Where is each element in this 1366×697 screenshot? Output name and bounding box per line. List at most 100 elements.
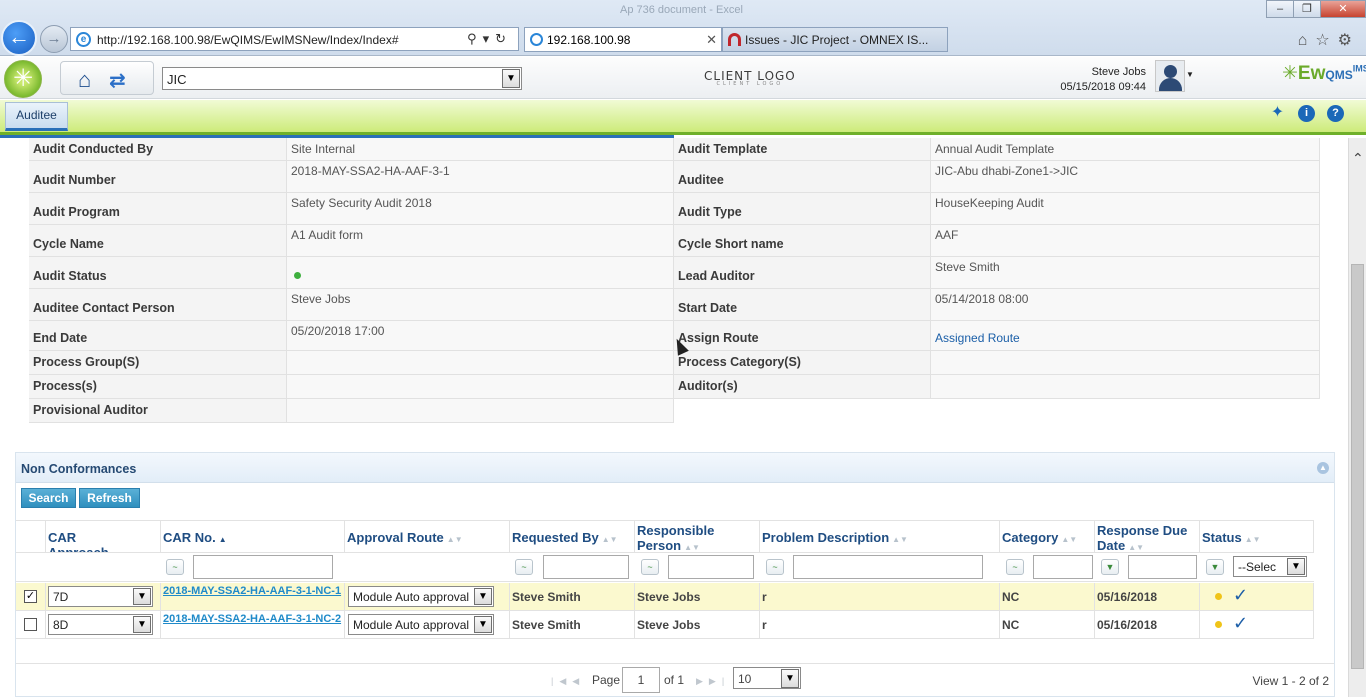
row-checkbox[interactable]: ✓ <box>24 590 37 603</box>
collapse-icon[interactable]: ▲ <box>1317 462 1329 474</box>
problem-cell: r <box>760 583 1000 610</box>
header-status[interactable]: Status ▲▼ <box>1200 521 1314 552</box>
status-cell: ✓ <box>1200 583 1314 610</box>
filter-requested-by-input[interactable] <box>543 555 629 579</box>
chevron-down-icon[interactable]: ▼ <box>133 588 151 605</box>
filter-category-input[interactable] <box>1033 555 1093 579</box>
help-icon[interactable]: ? <box>1327 105 1344 122</box>
sort-icon: ▲▼ <box>1128 543 1145 552</box>
detail-row: Audit Program Safety Security Audit 2018 A… <box>29 193 1320 225</box>
chevron-down-icon[interactable]: ▼ <box>474 588 492 605</box>
detail-value: 05/20/2018 17:00 <box>287 321 674 350</box>
search-icon[interactable]: ⚲ <box>467 31 483 46</box>
forward-button[interactable]: → <box>40 25 68 53</box>
app-logo-icon[interactable]: ✳ <box>4 60 42 98</box>
dropdown-icon[interactable]: ▾ <box>483 31 496 46</box>
back-button[interactable]: ← <box>1 20 37 56</box>
info-icon[interactable]: i <box>1298 105 1315 122</box>
filter-funnel-icon[interactable]: ▼ <box>1101 559 1119 575</box>
address-controls[interactable]: ⚲▾↻ <box>467 31 512 47</box>
filter-responsible-input[interactable] <box>668 555 754 579</box>
tab-issues[interactable]: Issues - JIC Project - OMNEX IS... <box>722 27 948 52</box>
car-approach-select[interactable]: 7D ▼ <box>48 586 153 607</box>
header-responsible-person[interactable]: Responsible Person ▲▼ <box>635 521 760 552</box>
table-row[interactable]: ✓ 7D ▼ 2018-MAY-SSA2-HA-AAF-3-1-NC-1 Module … <box>16 583 1314 611</box>
checkmark-icon[interactable]: ✓ <box>1233 585 1248 606</box>
chevron-down-icon[interactable]: ▼ <box>133 616 151 633</box>
site-select[interactable]: JIC ▼ <box>162 67 522 90</box>
row-checkbox[interactable] <box>24 618 37 631</box>
filter-problem-input[interactable] <box>793 555 983 579</box>
pin-icon[interactable]: ✦ <box>1269 105 1286 122</box>
page-number-input[interactable]: 1 <box>622 667 660 693</box>
filter-car-no-input[interactable] <box>193 555 333 579</box>
responsible-cell: Steve Jobs <box>635 611 760 638</box>
filter-due-date-input[interactable] <box>1128 555 1197 579</box>
first-prev-page-icons[interactable]: |◀◀ <box>551 676 585 687</box>
checkmark-icon[interactable]: ✓ <box>1233 613 1248 634</box>
filter-funnel-icon[interactable]: ▼ <box>1206 559 1224 575</box>
due-date-cell: 05/16/2018 <box>1095 611 1200 638</box>
scrollbar-thumb[interactable] <box>1351 264 1364 669</box>
home-icon[interactable]: ⌂ <box>78 67 91 93</box>
tab-current[interactable]: 192.168.100.98 ✕ <box>524 27 722 52</box>
refresh-button[interactable]: Refresh <box>79 488 140 508</box>
header-response-due-date[interactable]: Response Due Date ▲▼ <box>1095 521 1200 552</box>
user-menu-caret-icon[interactable]: ▼ <box>1186 70 1194 79</box>
tab-auditee[interactable]: Auditee <box>5 102 68 131</box>
header-car-no[interactable]: CAR No. ▲ <box>161 521 345 552</box>
header-problem-description[interactable]: Problem Description ▲▼ <box>760 521 1000 552</box>
header-approval-route[interactable]: Approval Route ▲▼ <box>345 521 510 552</box>
chevron-down-icon[interactable]: ▼ <box>781 669 799 688</box>
panel-title: Non Conformances <box>21 462 137 476</box>
chevron-down-icon[interactable]: ▼ <box>502 69 520 88</box>
close-tab-icon[interactable]: ✕ <box>706 32 717 48</box>
maximize-button[interactable]: ❐ <box>1293 0 1321 18</box>
header-requested-by[interactable]: Requested By ▲▼ <box>510 521 635 552</box>
sort-icon: ▲▼ <box>1061 535 1078 544</box>
detail-label: Auditee <box>674 161 931 192</box>
filter-operator-icon[interactable]: ~ <box>1006 559 1024 575</box>
minimize-button[interactable]: – <box>1266 0 1294 18</box>
page-size-select[interactable]: 10 ▼ <box>733 667 801 689</box>
address-bar[interactable]: e http://192.168.100.98/EwQIMS/EwIMSNew/… <box>70 27 519 51</box>
detail-value: Steve Smith <box>931 257 1320 288</box>
refresh-icon[interactable]: ⇄ <box>109 68 126 93</box>
search-button[interactable]: Search <box>21 488 76 508</box>
next-last-page-icons[interactable]: ▶▶| <box>696 676 730 687</box>
approval-route-select[interactable]: Module Auto approval ▼ <box>348 614 494 635</box>
car-approach-select[interactable]: 8D ▼ <box>48 614 153 635</box>
reload-icon[interactable]: ↻ <box>495 31 512 46</box>
gear-icon[interactable]: ⚙ <box>1338 32 1360 49</box>
header-car-approach[interactable]: CAR Approach▲▼ <box>46 521 161 552</box>
status-filter-select[interactable]: --Selec ▼ <box>1233 556 1307 577</box>
non-conformances-panel: Non Conformances ▲ Search Refresh CAR Ap… <box>15 452 1335 697</box>
avatar[interactable] <box>1155 60 1185 92</box>
status-dot-icon <box>1215 621 1222 628</box>
chevron-down-icon[interactable]: ▼ <box>474 616 492 633</box>
window-title: Ap 736 document - Excel <box>620 4 743 16</box>
filter-operator-icon[interactable]: ~ <box>515 559 533 575</box>
omnex-tab-icon <box>728 33 741 46</box>
home-icon[interactable]: ⌂ <box>1298 32 1316 49</box>
window-controls: – ❐ ✕ <box>1266 0 1366 18</box>
browser-toolbar-icons: ⌂☆⚙ <box>1298 30 1360 50</box>
filter-operator-icon[interactable]: ~ <box>641 559 659 575</box>
scroll-up-icon[interactable]: ⌃ <box>1352 150 1364 167</box>
address-url[interactable]: http://192.168.100.98/EwQIMS/EwIMSNew/In… <box>97 33 399 47</box>
detail-label: Process(s) <box>29 375 287 398</box>
header-category[interactable]: Category ▲▼ <box>1000 521 1095 552</box>
filter-operator-icon[interactable]: ~ <box>166 559 184 575</box>
table-row[interactable]: 8D ▼ 2018-MAY-SSA2-HA-AAF-3-1-NC-2 Module A… <box>16 611 1314 639</box>
car-no-link[interactable]: 2018-MAY-SSA2-HA-AAF-3-1-NC-1 <box>163 585 343 598</box>
detail-value: Site Internal <box>287 138 674 160</box>
page-scrollbar[interactable]: ⌃ <box>1348 138 1366 697</box>
close-window-button[interactable]: ✕ <box>1320 0 1366 18</box>
filter-operator-icon[interactable]: ~ <box>766 559 784 575</box>
detail-row: Auditee Contact Person Steve Jobs Start Da… <box>29 289 1320 321</box>
assigned-route-link[interactable]: Assigned Route <box>931 321 1320 350</box>
chevron-down-icon[interactable]: ▼ <box>1287 558 1305 575</box>
car-no-link[interactable]: 2018-MAY-SSA2-HA-AAF-3-1-NC-2 <box>163 613 343 626</box>
approval-route-select[interactable]: Module Auto approval ▼ <box>348 586 494 607</box>
favorites-star-icon[interactable]: ☆ <box>1315 32 1337 49</box>
